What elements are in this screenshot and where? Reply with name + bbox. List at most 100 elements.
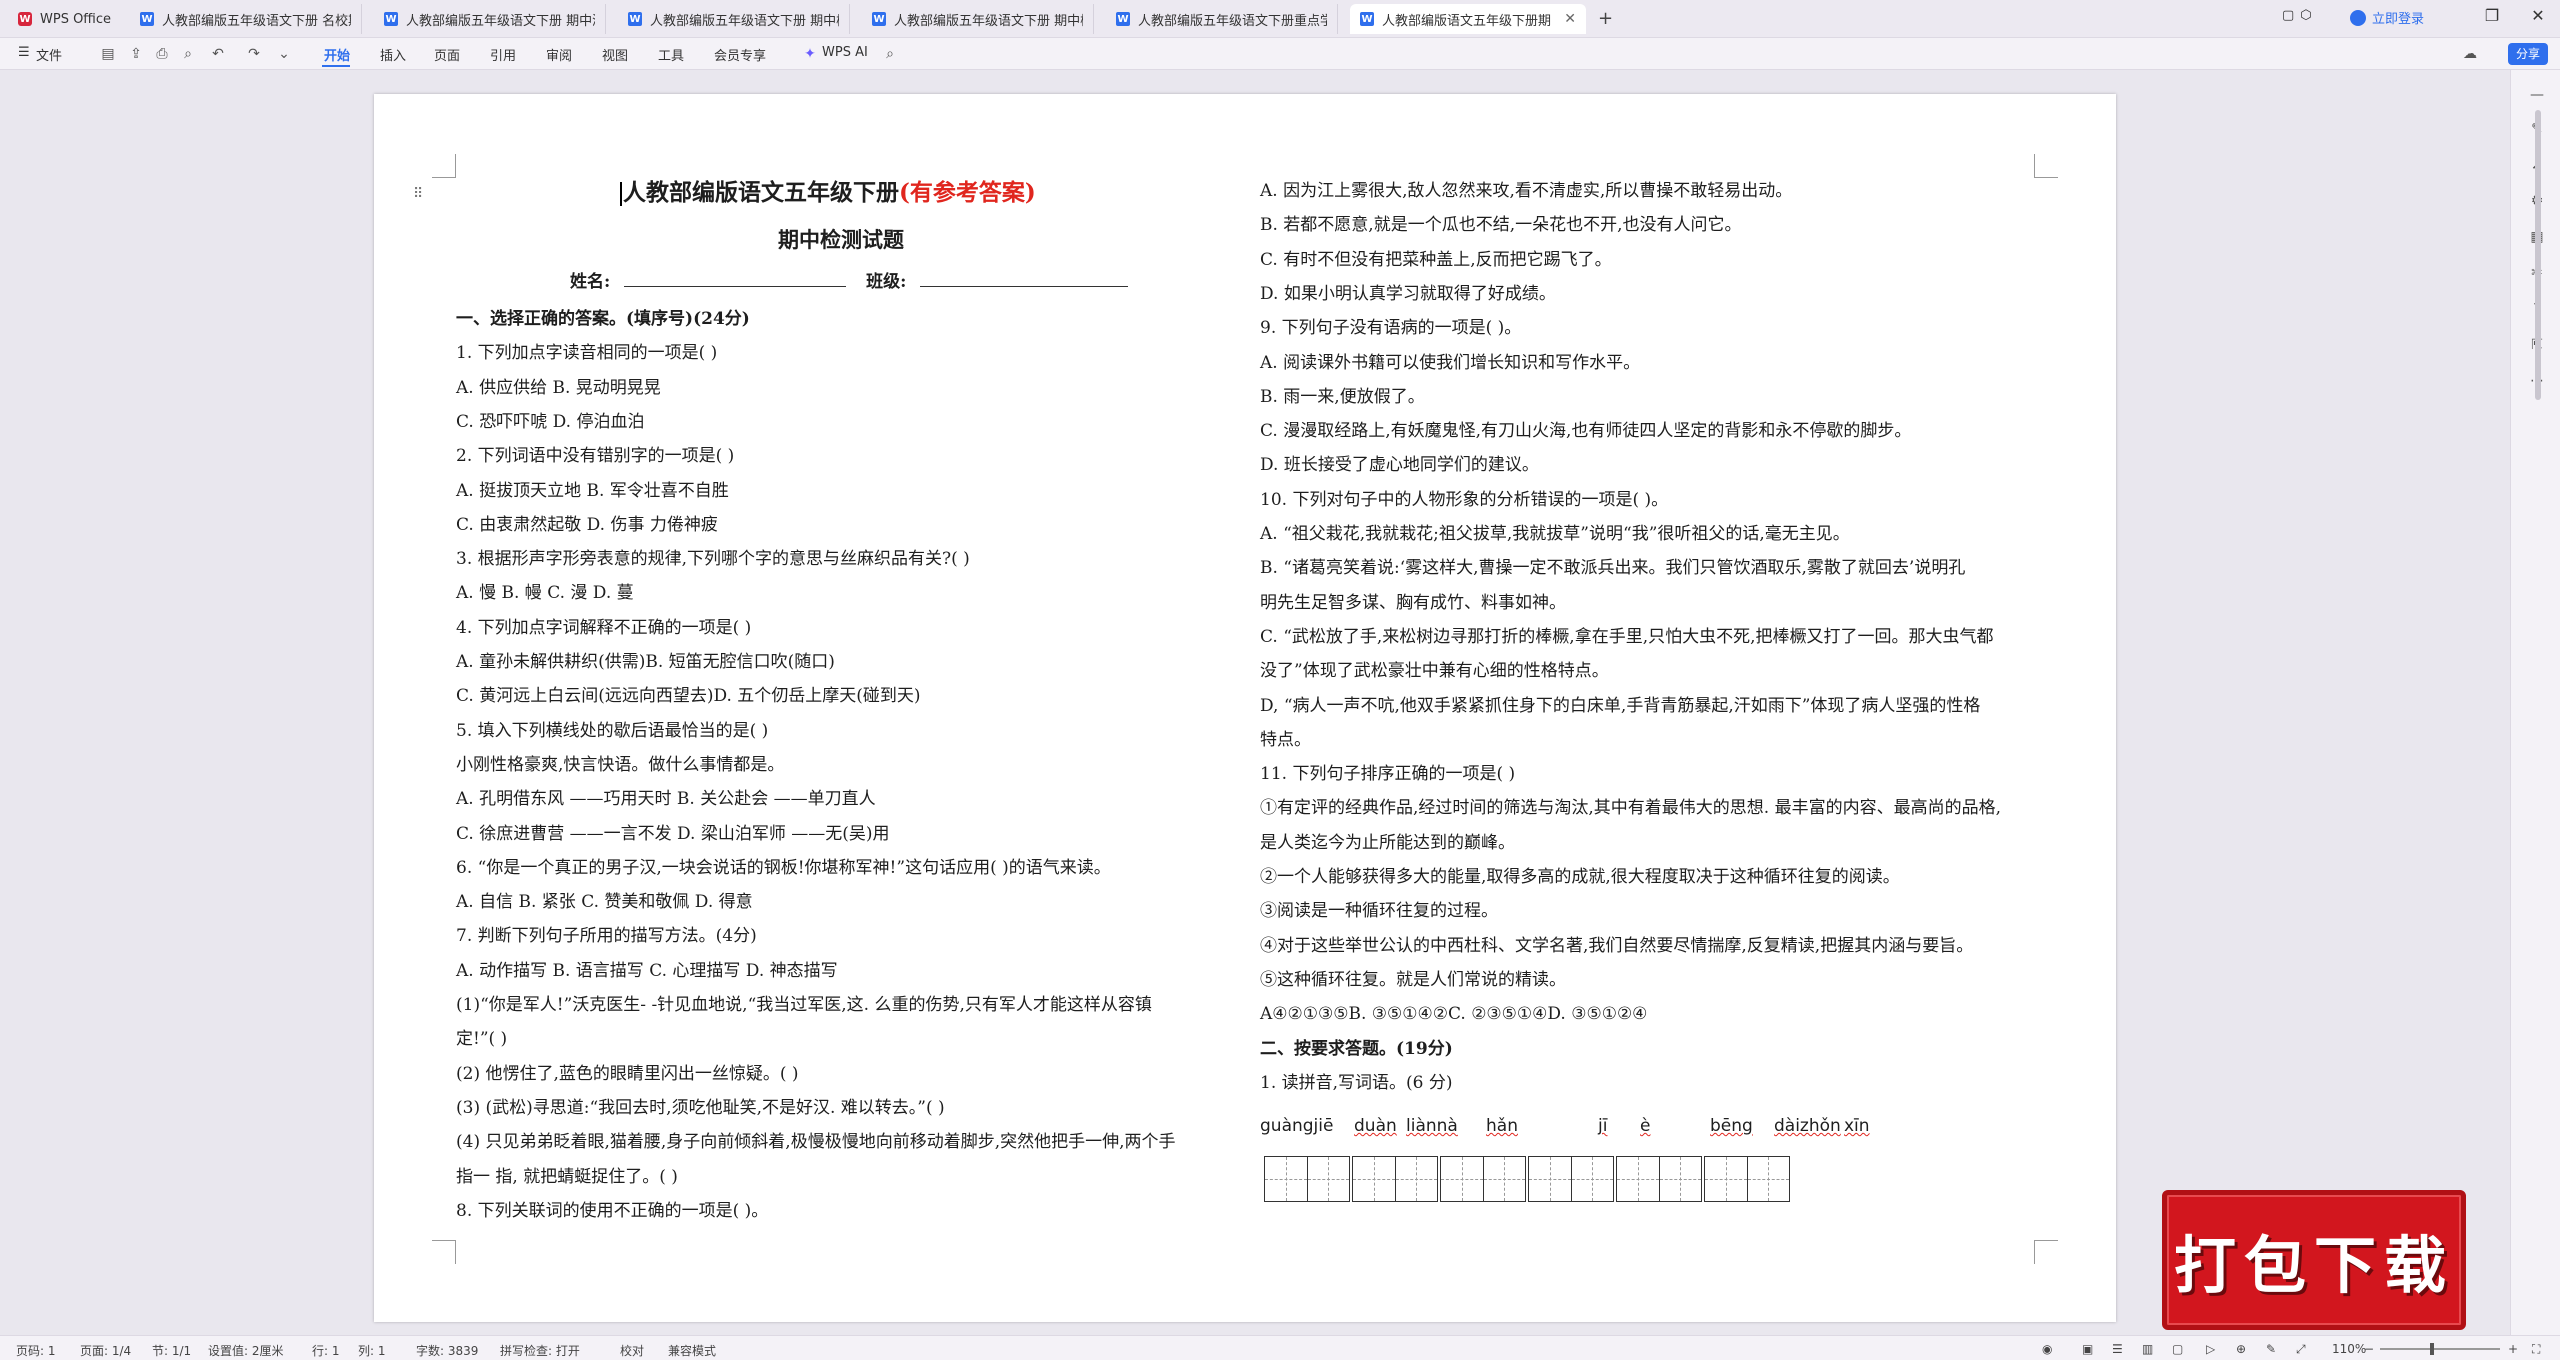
status-spell-check[interactable]: 拼写检查: 打开 <box>500 1342 580 1359</box>
status-setting[interactable]: 设置值: 2厘米 <box>208 1342 284 1359</box>
doc-tab-title: 人教部编版五年级语文下册 名校期中 <box>162 13 351 29</box>
text-line: D. 班长接受了虚心地同学们的建议。 <box>1260 455 1539 476</box>
name-blank[interactable] <box>624 271 847 287</box>
search-icon[interactable]: ⌕ <box>882 46 898 62</box>
doc-tab-1[interactable]: W 人教部编版五年级语文下册 名校期中 <box>130 4 362 34</box>
word-doc-icon: W <box>1360 12 1374 26</box>
pen-icon[interactable]: ✎ <box>2266 1342 2276 1356</box>
writing-grid-box[interactable] <box>1264 1156 1350 1202</box>
text-line: 11. 下列句子排序正确的一项是( ) <box>1260 764 1516 785</box>
status-page-code[interactable]: 页码: 1 <box>16 1342 56 1359</box>
save-icon[interactable]: ▤ <box>100 46 116 62</box>
share-button[interactable]: 分享 <box>2507 43 2548 65</box>
doc-tab-active[interactable]: W 人教部编版语文五年级下册期 ✕ <box>1350 4 1586 34</box>
text-line: D, “病人一声不吭,他双手紧紧抓住身下的白床单,手背青筋暴起,汗如雨下”体现了… <box>1260 695 1981 716</box>
doc-tab-3[interactable]: W 人教部编版五年级语文下册 期中模拟 <box>618 4 850 34</box>
collapse-icon[interactable]: — <box>2528 86 2546 104</box>
play-icon[interactable]: ▷ <box>2206 1342 2215 1356</box>
file-menu[interactable]: 文件 <box>36 45 62 64</box>
login-button[interactable]: 立即登录 <box>2350 8 2424 27</box>
text-line: 8. 下列关联词的使用不正确的一项是( )。 <box>456 1200 769 1221</box>
status-word-count[interactable]: 字数: 3839 <box>416 1342 478 1359</box>
document-page[interactable]: ⠿ 人教部编版语文五年级下册(有参考答案) 期中检测试题 姓名: 班级: 一、选… <box>374 94 2116 1322</box>
grid-cell <box>1617 1157 1660 1201</box>
text-line: 5. 填入下列横线处的歇后语最恰当的是( ) <box>456 720 769 741</box>
close-window-icon[interactable]: ✕ <box>2526 6 2550 25</box>
writing-grid-box[interactable] <box>1616 1156 1702 1202</box>
writing-grid-box[interactable] <box>1352 1156 1438 1202</box>
status-page-count[interactable]: 页面: 1/4 <box>80 1342 131 1359</box>
fit-page-icon[interactable]: ⛶ <box>2532 1342 2540 1357</box>
page-corner-mark <box>432 154 456 178</box>
tab-member[interactable]: 会员专享 <box>714 45 766 64</box>
text-line: A④②①③⑤B. ③⑤①④②C. ②③⑤①④D. ③⑤①②④ <box>1260 1004 1648 1025</box>
status-proofread[interactable]: 校对 <box>620 1342 644 1359</box>
class-blank[interactable] <box>920 271 1129 287</box>
tab-page[interactable]: 页面 <box>434 45 460 64</box>
text-line: ⑤这种循环往复。就是人们常说的精读。 <box>1260 969 1566 990</box>
tab-view[interactable]: 视图 <box>602 45 628 64</box>
outline-icon[interactable]: ☰ <box>2112 1342 2123 1356</box>
text-line: A. “祖父栽花,我就栽花;祖父拔草,我就拔草”说明“我”很听祖父的话,毫无主见… <box>1260 524 1850 544</box>
fullscreen-icon[interactable]: ⤢ <box>2296 1342 2306 1357</box>
grid-cell <box>1483 1157 1526 1201</box>
read-mode-icon[interactable]: ▢ <box>2172 1342 2183 1356</box>
web-view-icon[interactable]: ⊕ <box>2236 1342 2246 1356</box>
text-line: 3. 根据形声字形旁表意的规律,下列哪个字的意思与丝麻织品有关?( ) <box>456 549 970 570</box>
status-section[interactable]: 节: 1/1 <box>152 1342 191 1359</box>
tab-references[interactable]: 引用 <box>490 45 516 64</box>
doc-tab-title: 人教部编版五年级语文下册重点学校 <box>1138 13 1327 29</box>
skin-icon[interactable]: ⬡ <box>2300 8 2311 23</box>
cloud-icon[interactable]: ☁ <box>2462 46 2478 62</box>
download-promo-button[interactable]: 打包下载 <box>2162 1190 2466 1330</box>
export-icon[interactable]: ⇪ <box>128 46 144 62</box>
multi-page-icon[interactable]: ▥ <box>2142 1342 2153 1356</box>
text-line: 小刚性格豪爽,快言快语。做什么事情都是。 <box>456 754 785 775</box>
text-line: 6. “你是一个真正的男子汉,一块会说话的钢板!你堪称军神!”这句话应用( )的… <box>456 857 1111 878</box>
text-line: ③阅读是一种循环往复的过程。 <box>1260 901 1498 922</box>
wps-ai-button[interactable]: WPS AI <box>822 45 868 60</box>
drag-handle-icon[interactable]: ⠿ <box>413 186 423 202</box>
doc-tab-4[interactable]: W 人教部编版五年级语文下册 期中检测 <box>862 4 1094 34</box>
page-view-icon[interactable]: ▣ <box>2082 1342 2093 1356</box>
text-line: 7. 判断下列句子所用的描写方法。(4分) <box>456 926 757 947</box>
writing-grid-box[interactable] <box>1528 1156 1614 1202</box>
tab-review[interactable]: 审阅 <box>546 45 572 64</box>
print-preview-icon[interactable]: ⌕ <box>180 46 196 62</box>
window-icon[interactable]: ▢ <box>2282 8 2294 23</box>
undo-icon[interactable]: ↶ <box>210 46 226 62</box>
vertical-scrollbar[interactable] <box>2535 110 2541 400</box>
redo-icon[interactable]: ↷ <box>246 46 262 62</box>
writing-grid-box[interactable] <box>1440 1156 1526 1202</box>
text-line: A. 供应供给 B. 晃动明晃晃 <box>456 377 661 398</box>
login-label: 立即登录 <box>2372 12 2425 27</box>
print-icon[interactable]: ⎙ <box>154 46 170 62</box>
writing-grid-box[interactable] <box>1704 1156 1790 1202</box>
new-tab-icon[interactable]: + <box>1598 8 1613 29</box>
pinyin-word: xīn <box>1844 1116 1870 1136</box>
chevron-down-icon[interactable]: ⌄ <box>276 46 292 62</box>
zoom-value[interactable]: 110% <box>2332 1342 2366 1356</box>
zoom-out-icon[interactable]: − <box>2364 1342 2374 1356</box>
doc-tab-5[interactable]: W 人教部编版五年级语文下册重点学校 <box>1106 4 1338 34</box>
document-subtitle: 期中检测试题 <box>778 227 904 252</box>
grid-cell <box>1265 1157 1308 1201</box>
tab-insert[interactable]: 插入 <box>380 45 406 64</box>
titlebar-tools: ▢ ⬡ <box>2282 8 2312 23</box>
restore-icon[interactable]: ❐ <box>2480 6 2504 25</box>
grid-cell <box>1307 1157 1350 1201</box>
doc-tab-2[interactable]: W 人教部编版五年级语文下册 期中测评 <box>374 4 606 34</box>
zoom-slider[interactable] <box>2380 1348 2500 1350</box>
pinyin-word: dàizhǒn <box>1774 1116 1841 1136</box>
app-home-tab[interactable]: W WPS Office <box>8 4 126 34</box>
pinyin-word: hǎn <box>1486 1116 1518 1136</box>
tab-home[interactable]: 开始 <box>324 45 350 64</box>
eye-icon[interactable]: ◉ <box>2042 1342 2052 1356</box>
menu-icon[interactable]: ☰ <box>18 45 30 60</box>
zoom-in-icon[interactable]: + <box>2508 1342 2518 1356</box>
zoom-slider-thumb[interactable] <box>2430 1343 2434 1355</box>
page-corner-mark <box>2034 154 2058 178</box>
word-doc-icon: W <box>384 12 398 26</box>
tab-tools[interactable]: 工具 <box>658 45 684 64</box>
close-icon[interactable]: ✕ <box>1564 11 1576 27</box>
